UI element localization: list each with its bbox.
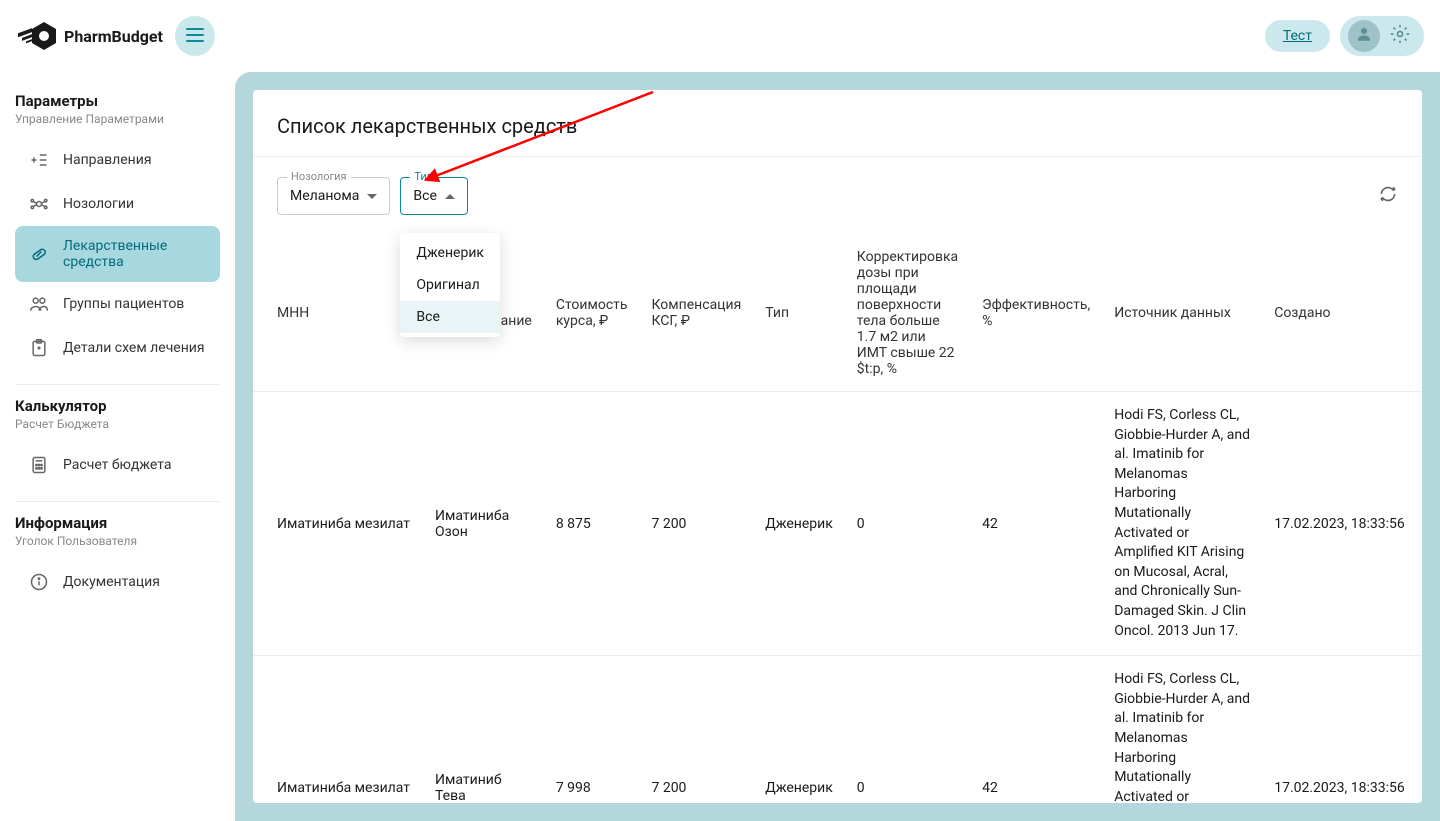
nosology-select-wrap: Нозология Меланома xyxy=(277,177,390,215)
settings-button[interactable] xyxy=(1384,20,1416,52)
header-right: Тест xyxy=(1265,16,1424,56)
content-card: Список лекарственных средств Нозология М… xyxy=(253,90,1422,803)
table-row[interactable]: Иматиниба мезилат Иматиниб Тева 7 998 7 … xyxy=(253,656,1422,803)
cell-trade: Иматиниба Озон xyxy=(423,392,544,656)
type-option-generic[interactable]: Дженерик xyxy=(400,237,500,269)
sidebar-item-documentation[interactable]: Документация xyxy=(15,560,220,604)
table-body: Иматиниба мезилат Иматиниба Озон 8 875 7… xyxy=(253,392,1422,804)
cell-eff: 42 xyxy=(970,392,1102,656)
sidebar-item-patient-groups[interactable]: Группы пациентов xyxy=(15,282,220,326)
chevron-down-icon xyxy=(367,194,377,199)
section-subtitle: Управление Параметрами xyxy=(15,112,220,126)
logo-icon xyxy=(16,16,56,56)
col-cost[interactable]: Стоимость курса, ₽ xyxy=(544,235,640,392)
cell-mnn: Иматиниба мезилат xyxy=(253,392,423,656)
groups-icon xyxy=(29,294,49,314)
type-option-original[interactable]: Оригинал xyxy=(400,269,500,301)
col-comp[interactable]: Компенсация КСГ, ₽ xyxy=(639,235,753,392)
col-created[interactable]: Создано xyxy=(1262,235,1422,392)
layout: Параметры Управление Параметрами Направл… xyxy=(0,72,1440,821)
section-title: Параметры xyxy=(15,92,220,110)
cell-type: Дженерик xyxy=(753,392,845,656)
chevron-up-icon xyxy=(445,194,455,199)
sidebar-item-label: Документация xyxy=(63,574,160,590)
main-content: Список лекарственных средств Нозология М… xyxy=(235,72,1440,821)
menu-toggle-button[interactable] xyxy=(175,16,215,56)
gear-icon xyxy=(1390,24,1410,48)
sidebar-item-budget-calc[interactable]: Расчет бюджета xyxy=(15,443,220,487)
calculator-icon xyxy=(29,455,49,475)
sidebar-divider xyxy=(15,384,220,385)
cell-type: Дженерик xyxy=(753,656,845,803)
cell-source: Hodi FS, Corless CL, Giobbie-Hurder A, a… xyxy=(1102,392,1262,656)
cell-cost: 8 875 xyxy=(544,392,640,656)
sidebar-item-directions[interactable]: Направления xyxy=(15,138,220,182)
sidebar: Параметры Управление Параметрами Направл… xyxy=(0,72,235,821)
app-header: PharmBudget Тест xyxy=(0,0,1440,72)
col-mnn[interactable]: МНН xyxy=(253,235,423,392)
type-dropdown: Дженерик Оригинал Все xyxy=(400,233,500,337)
user-controls xyxy=(1340,16,1424,56)
directions-icon xyxy=(29,150,49,170)
section-title: Информация xyxy=(15,514,220,532)
user-icon xyxy=(1355,25,1373,47)
info-icon xyxy=(29,572,49,592)
test-link[interactable]: Тест xyxy=(1265,20,1330,52)
col-source[interactable]: Источник данных xyxy=(1102,235,1262,392)
cell-source: Hodi FS, Corless CL, Giobbie-Hurder A, a… xyxy=(1102,656,1262,803)
col-dose[interactable]: Корректировка дозы при площади поверхнос… xyxy=(845,235,970,392)
sidebar-item-treatment-details[interactable]: Детали схем лечения xyxy=(15,326,220,370)
col-type[interactable]: Тип xyxy=(753,235,845,392)
hamburger-icon xyxy=(186,28,204,45)
sidebar-item-label: Детали схем лечения xyxy=(63,340,205,356)
cell-cost: 7 998 xyxy=(544,656,640,803)
cell-dose: 0 xyxy=(845,392,970,656)
select-value: Все xyxy=(413,188,436,204)
cell-comp: 7 200 xyxy=(639,656,753,803)
section-subtitle: Расчет Бюджета xyxy=(15,417,220,431)
type-select-wrap: Тип Все Дженерик Оригинал Все xyxy=(400,177,467,215)
type-option-all[interactable]: Все xyxy=(400,301,500,333)
cell-dose: 0 xyxy=(845,656,970,803)
section-title: Калькулятор xyxy=(15,397,220,415)
select-value: Меланома xyxy=(290,188,359,204)
refresh-icon xyxy=(1378,189,1398,208)
cell-eff: 42 xyxy=(970,656,1102,803)
select-label: Тип xyxy=(410,170,437,183)
cell-comp: 7 200 xyxy=(639,392,753,656)
sidebar-item-drugs[interactable]: Лекарственные средства xyxy=(15,226,220,282)
sidebar-item-label: Группы пациентов xyxy=(63,296,184,312)
sidebar-section-calculator: Калькулятор Расчет Бюджета Расчет бюджет… xyxy=(15,397,220,487)
sidebar-divider xyxy=(15,501,220,502)
filter-group: Нозология Меланома Тип Все xyxy=(277,177,468,215)
sidebar-item-label: Нозологии xyxy=(63,196,134,212)
table-toolbar: Нозология Меланома Тип Все xyxy=(253,157,1422,235)
sidebar-section-parameters: Параметры Управление Параметрами Направл… xyxy=(15,92,220,370)
sidebar-item-nosologies[interactable]: Нозологии xyxy=(15,182,220,226)
page-title: Список лекарственных средств xyxy=(253,90,1422,156)
clipboard-icon xyxy=(29,338,49,358)
cell-created: 17.02.2023, 18:33:56 xyxy=(1262,656,1422,803)
sidebar-item-label: Направления xyxy=(63,152,152,168)
logo[interactable]: PharmBudget xyxy=(16,16,163,56)
user-avatar[interactable] xyxy=(1348,20,1380,52)
header-left: PharmBudget xyxy=(16,16,215,56)
cell-mnn: Иматиниба мезилат xyxy=(253,656,423,803)
col-eff[interactable]: Эффективность, % xyxy=(970,235,1102,392)
nosology-icon xyxy=(29,194,49,214)
table-row[interactable]: Иматиниба мезилат Иматиниба Озон 8 875 7… xyxy=(253,392,1422,656)
pill-icon xyxy=(29,244,49,264)
sidebar-section-info: Информация Уголок Пользователя Документа… xyxy=(15,514,220,604)
cell-trade: Иматиниб Тева xyxy=(423,656,544,803)
sidebar-item-label: Лекарственные средства xyxy=(63,238,206,270)
cell-created: 17.02.2023, 18:33:56 xyxy=(1262,392,1422,656)
select-label: Нозология xyxy=(287,170,351,183)
refresh-button[interactable] xyxy=(1378,184,1398,208)
section-subtitle: Уголок Пользователя xyxy=(15,534,220,548)
sidebar-item-label: Расчет бюджета xyxy=(63,457,171,473)
brand-name: PharmBudget xyxy=(64,27,163,46)
